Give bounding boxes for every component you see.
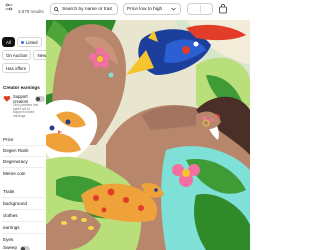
trait-background[interactable]: background [3,201,27,206]
nft-artwork[interactable] [46,20,250,250]
support-creators-row: Support creators Only partners has opted… [3,94,45,119]
cart-icon[interactable] [218,4,228,14]
artwork-illustration [46,20,250,250]
chip-on-auction[interactable]: On Auction [2,50,32,60]
heart-hand-icon [3,95,11,102]
view-toggle-divider [200,5,201,13]
chevron-down-icon [171,7,176,11]
sweep-label: Sweep [3,245,18,250]
search-icon [54,6,59,12]
chip-on-auction-label: On Auction [6,52,28,58]
search-box[interactable] [50,3,120,15]
filter-degen-rank[interactable]: Degen Rank [3,148,29,153]
divider [2,167,44,168]
filter-meme-coin[interactable]: Meme coin [3,171,25,176]
divider [2,221,44,222]
listed-dot-icon [20,40,24,44]
chip-listed-label: Listed [25,39,38,45]
toggle-knob [36,97,40,101]
filters-sidebar: All Listed On Auction New Has offers Cre… [0,20,51,250]
traits-heading: Traits [3,189,15,194]
filter-toggle-button[interactable] [4,2,14,12]
divider [2,233,44,234]
top-bar: 3,979 results Price low to high [0,0,250,20]
trait-clothes[interactable]: clothes [3,213,18,218]
divider [2,209,44,210]
results-count: 3,979 results [18,9,44,14]
sort-selected-label: Price low to high [127,6,163,12]
filter-degeneracy[interactable]: Degeneracy [3,159,28,164]
status-chips-row-1: All Listed [2,37,42,47]
filter-price[interactable]: Price [3,137,13,142]
chip-all-label: All [6,39,11,45]
divider [2,197,44,198]
chip-listed[interactable]: Listed [16,37,42,47]
divider [2,145,44,146]
filter-icon [5,3,13,11]
support-creators-toggle[interactable] [35,96,45,102]
status-chips-row-3: Has offers [2,63,30,73]
chip-has-offers[interactable]: Has offers [2,63,30,73]
creator-earnings-title: Creator earnings [3,85,40,90]
sweep-toggle[interactable] [20,246,30,250]
chip-has-offers-label: Has offers [6,65,26,71]
view-toggle[interactable] [187,3,213,15]
chip-new-label: New [37,52,47,58]
sort-select[interactable]: Price low to high [123,3,181,15]
divider [2,156,44,157]
status-chips-row-2: On Auction New [2,50,51,60]
trait-earrings[interactable]: earrings [3,225,20,230]
support-creators-note: Only partners has opted out to support c… [13,103,39,118]
trait-eyes[interactable]: Eyes [3,237,13,242]
search-input[interactable] [62,6,120,12]
chip-all[interactable]: All [2,37,15,47]
